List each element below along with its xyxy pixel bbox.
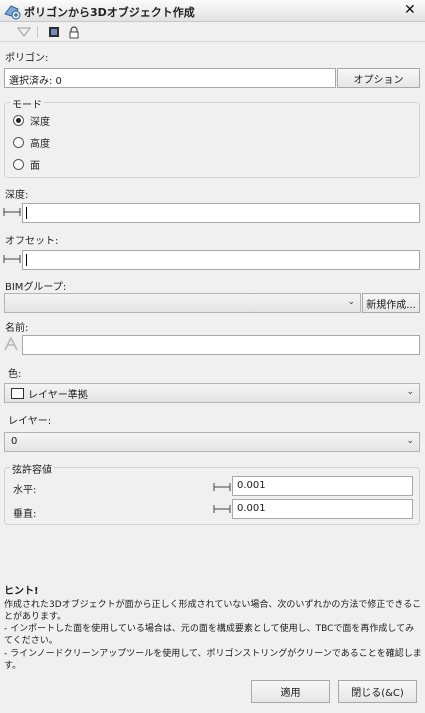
horizontal-tolerance-label: 水平:	[13, 485, 37, 496]
dimension-icon	[213, 481, 231, 493]
vertical-tolerance-label: 垂直:	[13, 509, 37, 520]
lock-icon[interactable]	[66, 24, 82, 40]
depth-label: 深度:	[5, 190, 29, 201]
new-bim-group-button[interactable]: 新規作成...	[362, 293, 420, 313]
name-text-icon	[3, 336, 21, 352]
polygon-label: ポリゴン:	[5, 53, 49, 64]
apply-button[interactable]: 適用	[251, 680, 330, 703]
mode-group-label: モード	[10, 96, 44, 111]
name-label: 名前:	[5, 323, 29, 334]
dimension-icon	[3, 206, 21, 218]
color-swatch	[11, 387, 24, 399]
bim-group-dropdown[interactable]: ⌄	[4, 293, 361, 313]
close-icon[interactable]: ✕	[404, 2, 416, 18]
dimension-icon	[3, 253, 21, 265]
chord-tolerance-label: 弦許容値	[10, 461, 54, 476]
mode-option-elevation[interactable]: 高度	[13, 135, 50, 150]
chevron-down-icon: ⌄	[406, 387, 414, 397]
mode-option-label: 面	[30, 161, 40, 172]
toolbar	[0, 22, 425, 42]
offset-input[interactable]	[22, 250, 420, 270]
chevron-down-icon: ⌄	[406, 436, 414, 446]
mode-group	[4, 102, 420, 178]
radio-button[interactable]	[13, 137, 24, 148]
hint-text-1: 作成された3Dオブジェクトが面から正しく形成されていない場合、次のいずれかの方法…	[4, 600, 422, 622]
mode-option-label: 深度	[30, 117, 50, 128]
filter-icon[interactable]	[16, 24, 32, 40]
hint-text-3: - ラインノードクリーンアップツールを使用して、ポリゴンストリングがクリーンであ…	[4, 649, 422, 671]
toolbar-separator	[37, 26, 38, 38]
layer-value: 0	[11, 436, 18, 447]
radio-button[interactable]	[13, 115, 24, 126]
polygon-selection-field[interactable]: 選択済み: 0	[4, 68, 336, 88]
color-value: レイヤー準拠	[28, 389, 88, 401]
title-bar: ポリゴンから3Dオブジェクト作成 ✕	[0, 0, 425, 22]
bim-group-label: BIMグループ:	[5, 282, 67, 293]
vertical-tolerance-input[interactable]: 0.001	[232, 499, 413, 519]
hint-text-2: - インポートした面を使用している場合は、元の面を構成要素として使用し、TBCで…	[4, 624, 415, 646]
polygon-3d-icon	[3, 2, 21, 20]
mode-option-depth[interactable]: 深度	[13, 113, 50, 128]
mode-option-surface[interactable]: 面	[13, 157, 40, 172]
mode-option-label: 高度	[30, 139, 50, 150]
layer-dropdown[interactable]: 0 ⌄	[4, 432, 420, 452]
name-input[interactable]	[22, 335, 420, 355]
color-label: 色:	[8, 369, 22, 380]
depth-input[interactable]	[22, 203, 420, 223]
close-button[interactable]: 閉じる(&C)	[338, 680, 417, 703]
window-title: ポリゴンから3Dオブジェクト作成	[24, 6, 195, 19]
dimension-icon	[213, 503, 231, 515]
color-dropdown[interactable]: レイヤー準拠 ⌄	[4, 383, 420, 403]
hint-title: ヒント!	[4, 586, 39, 597]
text-caret	[26, 207, 27, 219]
radio-button[interactable]	[13, 159, 24, 170]
layer-view-icon[interactable]	[46, 24, 62, 40]
options-button[interactable]: オプション	[337, 68, 420, 88]
chevron-down-icon: ⌄	[347, 297, 355, 307]
text-caret	[26, 254, 27, 266]
horizontal-tolerance-input[interactable]: 0.001	[232, 476, 413, 496]
layer-label: レイヤー:	[8, 416, 52, 427]
offset-label: オフセット:	[5, 236, 59, 247]
